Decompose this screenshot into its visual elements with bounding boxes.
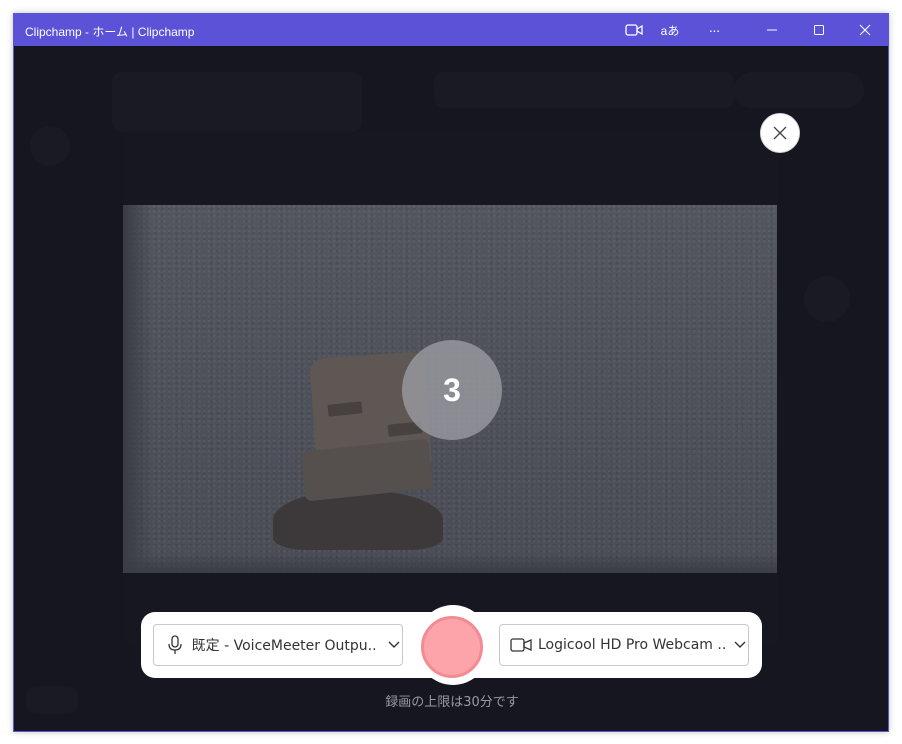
microphone-icon	[164, 634, 186, 656]
wall-shadow	[123, 205, 153, 573]
microphone-select[interactable]: 既定 - VoiceMeeter Outpu...	[153, 624, 403, 666]
figure-base	[273, 490, 443, 550]
floor-shadow	[123, 553, 777, 573]
camera-select-label: Logicool HD Pro Webcam ...	[538, 637, 725, 653]
recording-limit-text: 録画の上限は30分です	[14, 691, 889, 710]
close-icon[interactable]	[845, 14, 885, 46]
countdown-indicator: 3	[402, 340, 502, 440]
camera-select[interactable]: Logicool HD Pro Webcam ...	[499, 624, 749, 666]
title-bar: Clipchamp - ホーム | Clipchamp aあ ···	[14, 14, 888, 46]
chevron-down-icon	[733, 637, 748, 653]
close-recorder-button[interactable]	[760, 113, 800, 153]
app-window: Clipchamp - ホーム | Clipchamp aあ ···	[13, 13, 889, 732]
maximize-icon[interactable]	[799, 14, 839, 46]
close-icon	[772, 125, 788, 141]
video-camera-icon[interactable]	[614, 14, 654, 46]
more-glyph: ···	[709, 22, 720, 38]
record-button[interactable]	[421, 616, 483, 678]
video-camera-icon	[510, 634, 532, 656]
more-icon[interactable]: ···	[694, 14, 734, 46]
translate-glyph: aあ	[661, 22, 680, 39]
translate-icon[interactable]: aあ	[650, 14, 690, 46]
chevron-down-icon	[386, 637, 402, 653]
window-title: Clipchamp - ホーム | Clipchamp	[25, 23, 194, 40]
microphone-select-label: 既定 - VoiceMeeter Outpu...	[192, 635, 379, 655]
minimize-icon[interactable]	[752, 14, 792, 46]
